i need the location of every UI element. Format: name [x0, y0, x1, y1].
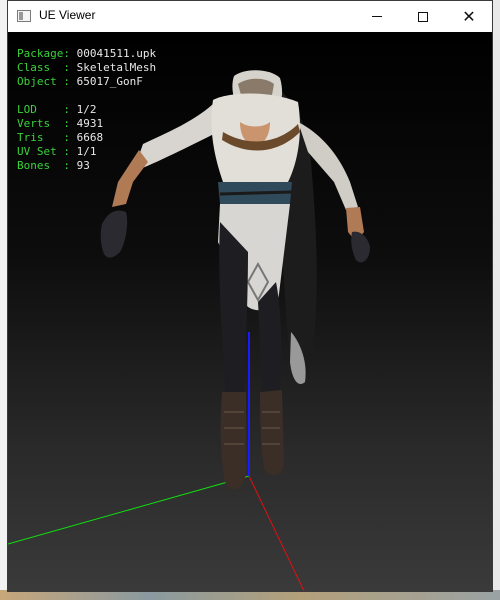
info-class: Class : SkeletalMesh: [17, 61, 157, 74]
info-bones: Bones : 93: [17, 159, 90, 172]
info-lod: LOD : 1/2: [17, 103, 97, 116]
minimize-icon: [372, 16, 382, 17]
background-window-right: [492, 0, 500, 600]
close-icon: ✕: [462, 6, 476, 26]
window-title: UE Viewer: [39, 8, 96, 22]
info-tris: Tris : 6668: [17, 131, 104, 144]
maximize-icon: [418, 11, 428, 22]
ue-viewer-window: UE Viewer ✕ Package: 00041511.upk Class …: [7, 0, 493, 592]
app-icon: [17, 10, 31, 22]
mesh-info-overlay: Package: 00041511.upk Class : SkeletalMe…: [17, 47, 156, 173]
info-uvset: UV Set : 1/1: [17, 145, 97, 158]
info-verts: Verts : 4931: [17, 117, 104, 130]
close-button[interactable]: ✕: [446, 1, 492, 32]
axis-x-red: [248, 475, 305, 591]
axis-y-green: [8, 475, 250, 545]
minimize-button[interactable]: [354, 1, 400, 32]
3d-viewport[interactable]: Package: 00041511.upk Class : SkeletalMe…: [8, 32, 492, 591]
info-object: Object : 65017_GonF: [17, 75, 143, 88]
info-package: Package: 00041511.upk: [17, 47, 157, 60]
maximize-button[interactable]: [400, 1, 446, 32]
title-bar[interactable]: UE Viewer ✕: [8, 1, 492, 32]
